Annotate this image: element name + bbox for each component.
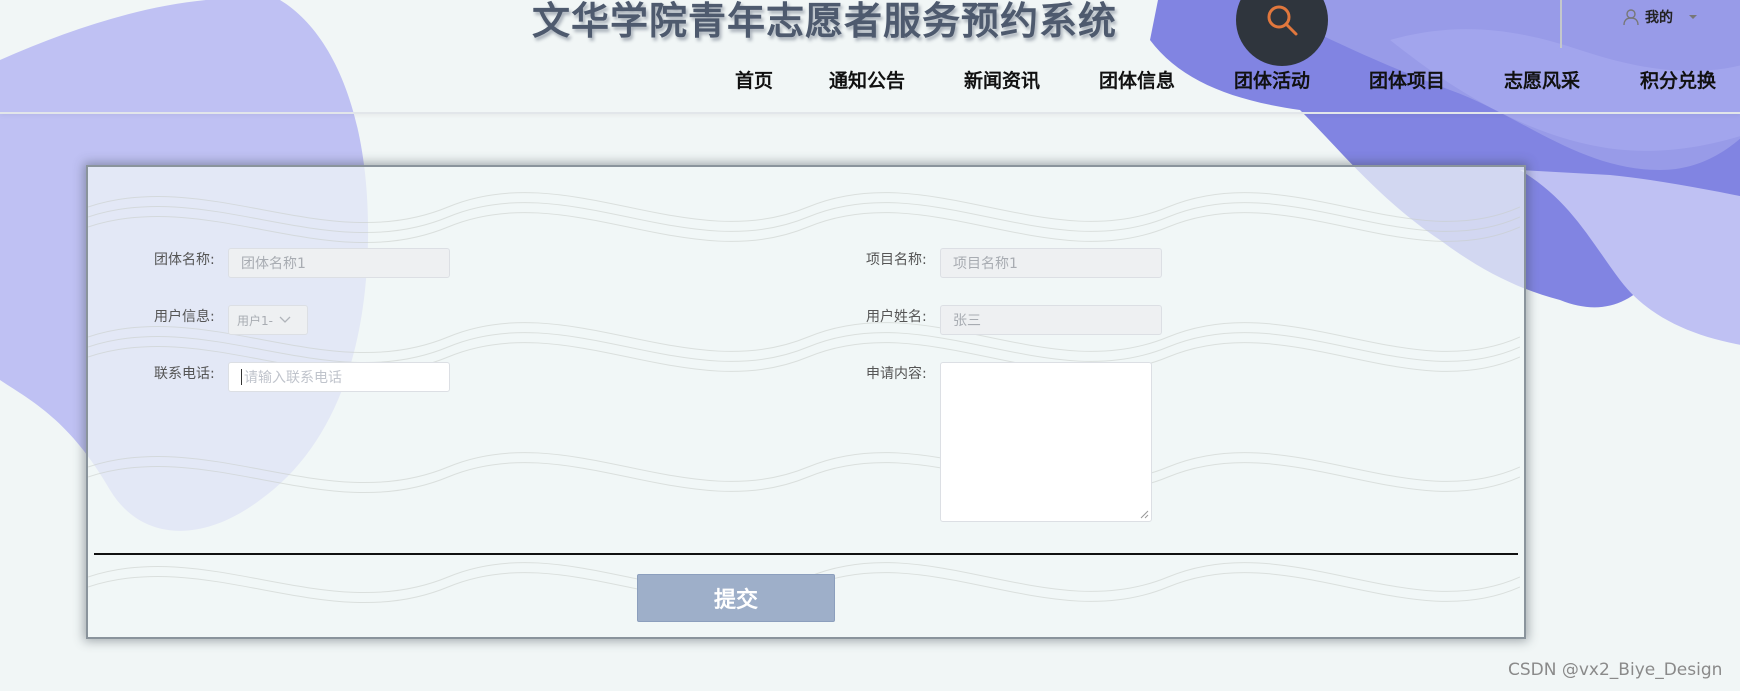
form-divider xyxy=(94,553,1518,555)
application-content-label: 申请内容: xyxy=(866,366,927,382)
nav-item-news[interactable]: 新闻资讯 xyxy=(964,66,1040,93)
header-divider xyxy=(1560,0,1562,48)
user-name-field: 张三 xyxy=(940,305,1162,335)
text-caret xyxy=(241,369,242,385)
project-name-value: 项目名称1 xyxy=(953,256,1018,272)
site-header: 文华学院青年志愿者服务预约系统 我的 首页 通知公告 新闻资讯 团体信息 团体活… xyxy=(0,0,1740,114)
nav-item-groups[interactable]: 团体信息 xyxy=(1099,66,1175,93)
main-nav: 首页 通知公告 新闻资讯 团体信息 团体活动 团体项目 志愿风采 积分兑换 xyxy=(0,66,1740,100)
project-name-label: 项目名称: xyxy=(866,252,927,268)
resize-handle-icon xyxy=(1140,510,1149,519)
group-name-value: 团体名称1 xyxy=(241,256,306,272)
site-title: 文华学院青年志愿者服务预约系统 xyxy=(532,0,1118,43)
nav-item-group-projects[interactable]: 团体项目 xyxy=(1369,66,1445,93)
user-name-label: 用户姓名: xyxy=(866,309,927,325)
chevron-down-icon xyxy=(279,316,291,323)
search-button[interactable] xyxy=(1236,0,1328,66)
nav-item-notices[interactable]: 通知公告 xyxy=(829,66,905,93)
user-info-select: 用户1- xyxy=(228,305,308,335)
group-name-field: 团体名称1 xyxy=(228,248,450,278)
user-menu-label: 我的 xyxy=(1645,10,1673,26)
phone-placeholder: 请输入联系电话 xyxy=(244,370,342,386)
application-content-textarea[interactable] xyxy=(940,362,1152,522)
submit-button[interactable]: 提交 xyxy=(637,574,835,622)
application-form-card: 团体名称: 团体名称1 用户信息: 用户1- 联系电话: 请输入联系电话 项目名… xyxy=(86,165,1526,639)
nav-item-group-activities[interactable]: 团体活动 xyxy=(1234,66,1310,93)
project-name-field: 项目名称1 xyxy=(940,248,1162,278)
user-name-value: 张三 xyxy=(953,313,981,329)
search-icon xyxy=(1267,5,1298,36)
background-pattern xyxy=(88,192,1520,604)
nav-item-home[interactable]: 首页 xyxy=(735,66,773,93)
phone-label: 联系电话: xyxy=(154,366,215,382)
nav-item-volunteer-showcase[interactable]: 志愿风采 xyxy=(1504,66,1580,93)
user-icon xyxy=(1623,9,1639,26)
group-name-label: 团体名称: xyxy=(154,252,215,268)
phone-input[interactable]: 请输入联系电话 xyxy=(228,362,450,392)
user-info-value: 用户1- xyxy=(237,313,273,328)
user-info-label: 用户信息: xyxy=(154,309,215,325)
user-menu[interactable]: 我的 xyxy=(1622,6,1700,28)
watermark: CSDN @vx2_Biye_Design xyxy=(1508,660,1723,680)
caret-down-icon xyxy=(1689,15,1697,19)
nav-item-points-exchange[interactable]: 积分兑换 xyxy=(1640,66,1716,93)
